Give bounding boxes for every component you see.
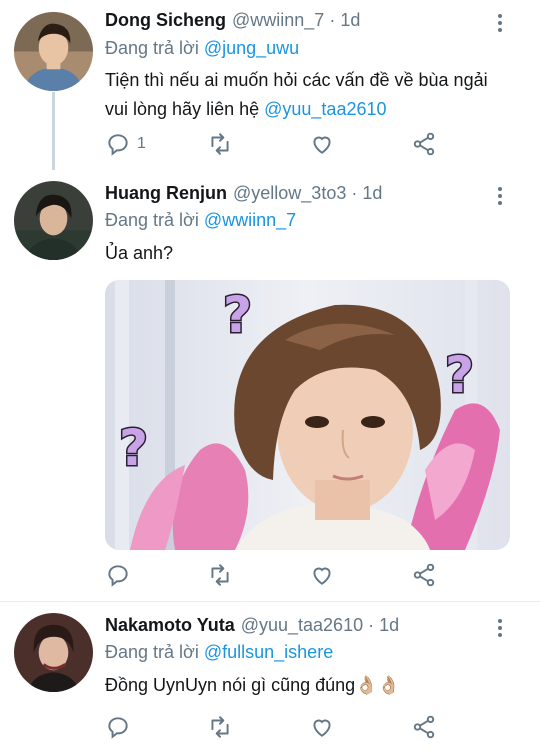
replying-to-label: Đang trả lời bbox=[105, 38, 199, 58]
replying-to-mention[interactable]: @fullsun_ishere bbox=[204, 642, 333, 662]
replying-to-label: Đang trả lời bbox=[105, 642, 199, 662]
tweet-text: Đồng UynUyn nói gì cũng đúng👌🏼👌🏼 bbox=[105, 671, 525, 700]
share-button[interactable] bbox=[411, 713, 437, 741]
replying-to-mention[interactable]: @wwiinn_7 bbox=[204, 210, 296, 230]
share-button[interactable] bbox=[411, 561, 437, 589]
retweet-icon bbox=[211, 564, 229, 586]
tweet-text: Tiện thì nếu ai muốn hỏi các vấn đề về b… bbox=[105, 66, 525, 124]
share-icon bbox=[413, 715, 435, 739]
tweet-text-line: vui lòng hãy liên hệ @yuu_taa2610 bbox=[105, 95, 525, 124]
question-mark: ? bbox=[119, 419, 148, 477]
retweet-icon bbox=[211, 716, 229, 738]
mention-link[interactable]: @yuu_taa2610 bbox=[264, 99, 386, 119]
action-bar bbox=[105, 713, 445, 741]
retweet-button[interactable] bbox=[207, 561, 233, 589]
user-handle[interactable]: @yellow_3to3 bbox=[233, 183, 346, 204]
more-vertical-icon[interactable] bbox=[496, 14, 504, 34]
like-button[interactable] bbox=[309, 561, 335, 589]
reply-icon bbox=[108, 565, 128, 587]
reply-count: 1 bbox=[137, 135, 146, 152]
retweet-button[interactable] bbox=[207, 130, 233, 158]
like-button[interactable] bbox=[309, 713, 335, 741]
timestamp[interactable]: 1d bbox=[362, 183, 382, 204]
separator-dot: · bbox=[368, 615, 375, 635]
display-name[interactable]: Dong Sicheng bbox=[105, 10, 226, 31]
reply-icon bbox=[108, 134, 128, 156]
user-handle[interactable]: @wwiinn_7 bbox=[232, 10, 324, 31]
reply-button[interactable] bbox=[105, 561, 131, 589]
heart-icon bbox=[313, 719, 331, 737]
tweet-text-line: Tiện thì nếu ai muốn hỏi các vấn đề về b… bbox=[105, 70, 488, 90]
action-bar bbox=[105, 561, 445, 589]
heart-icon bbox=[313, 567, 331, 585]
share-icon bbox=[413, 563, 435, 587]
timestamp[interactable]: 1d bbox=[379, 615, 399, 636]
like-button[interactable] bbox=[309, 130, 335, 158]
share-icon bbox=[413, 132, 435, 156]
tweet-media-image[interactable]: ? ? ? bbox=[105, 280, 510, 550]
more-vertical-icon[interactable] bbox=[496, 619, 504, 639]
ok-hand-emoji: 👌🏼👌🏼 bbox=[355, 675, 400, 695]
timestamp[interactable]: 1d bbox=[340, 10, 360, 31]
reply-icon bbox=[108, 717, 128, 739]
tweet-text: Ủa anh? bbox=[105, 243, 174, 263]
tweet-divider bbox=[0, 601, 540, 602]
more-vertical-icon[interactable] bbox=[496, 187, 504, 207]
heart-icon bbox=[313, 136, 331, 154]
display-name[interactable]: Nakamoto Yuta bbox=[105, 615, 235, 636]
retweet-button[interactable] bbox=[207, 713, 233, 741]
question-mark: ? bbox=[445, 346, 474, 404]
replying-to-label: Đang trả lời bbox=[105, 210, 199, 230]
replying-to-mention[interactable]: @jung_uwu bbox=[204, 38, 299, 58]
reply-button[interactable]: 1 bbox=[105, 130, 146, 158]
separator-dot: · bbox=[329, 10, 336, 30]
avatar[interactable] bbox=[14, 12, 93, 91]
reply-button[interactable] bbox=[105, 713, 131, 741]
question-mark: ? bbox=[223, 286, 252, 344]
replying-to: Đang trả lời @fullsun_ishere bbox=[105, 642, 333, 663]
tweet-text-segment: Đồng UynUyn nói gì cũng đúng bbox=[105, 675, 356, 695]
action-bar: 1 bbox=[105, 130, 445, 158]
tweet-1[interactable]: Dong Sicheng @wwiinn_7 · 1d Đang trả lời… bbox=[0, 10, 540, 170]
avatar[interactable] bbox=[14, 613, 93, 692]
display-name[interactable]: Huang Renjun bbox=[105, 183, 227, 204]
share-button[interactable] bbox=[411, 130, 437, 158]
separator-dot: · bbox=[351, 183, 358, 203]
tweet-text-segment: vui lòng hãy liên hệ bbox=[105, 99, 260, 119]
user-handle[interactable]: @yuu_taa2610 bbox=[241, 615, 363, 636]
replying-to: Đang trả lời @wwiinn_7 bbox=[105, 210, 296, 231]
avatar[interactable] bbox=[14, 181, 93, 260]
replying-to: Đang trả lời @jung_uwu bbox=[105, 38, 299, 59]
tweet-3[interactable]: Nakamoto Yuta @yuu_taa2610 · 1d Đang trả… bbox=[0, 613, 540, 754]
retweet-icon bbox=[211, 133, 229, 155]
